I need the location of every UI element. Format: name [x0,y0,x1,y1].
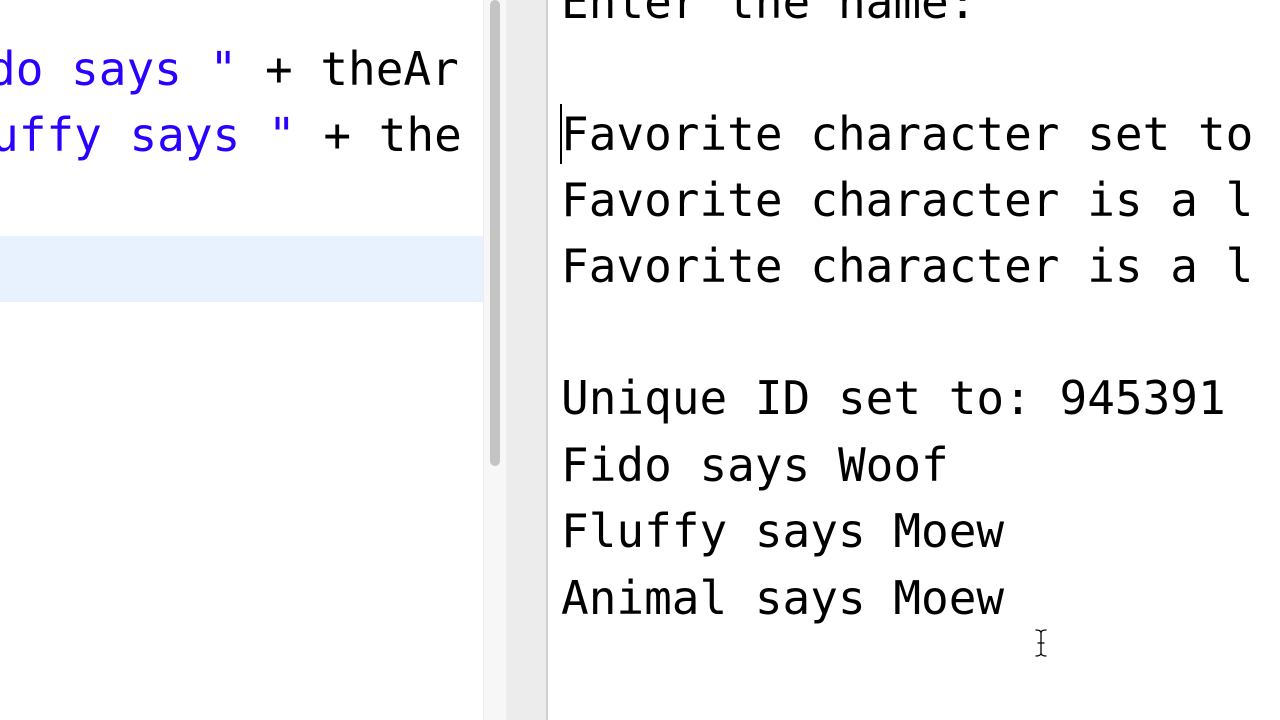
editor-scrollbar[interactable] [483,0,506,720]
current-line-highlight [0,236,483,302]
code-line[interactable]: do says " + theAr [0,36,459,102]
ide-window: do says " + theAr uffy says " + the Ente… [0,0,1280,720]
console-line: Enter the name: [561,0,977,29]
console-line: Fluffy says Moew [561,504,1005,558]
scrollbar-thumb[interactable] [490,0,500,466]
console-line: Favorite character set to [561,107,1254,161]
ibeam-cursor-icon [1034,628,1048,658]
code-line[interactable]: uffy says " + the [0,102,462,168]
console-line: Favorite character is a l [561,173,1254,227]
code-expression: + theAr [237,42,459,96]
string-literal: do says " [0,42,238,96]
string-literal: uffy says " [0,108,296,162]
console-line: Unique ID set to: 945391 [561,371,1226,425]
console-line: Animal says Moew [561,571,1005,625]
code-editor[interactable]: do says " + theAr uffy says " + the [0,0,483,720]
code-expression: + the [295,108,462,162]
console-line: Fido says Woof [561,438,949,492]
console-line: Favorite character is a l [561,239,1254,293]
pane-splitter[interactable] [506,0,548,720]
console-output[interactable]: Enter the name: Favorite character set t… [548,0,1280,720]
